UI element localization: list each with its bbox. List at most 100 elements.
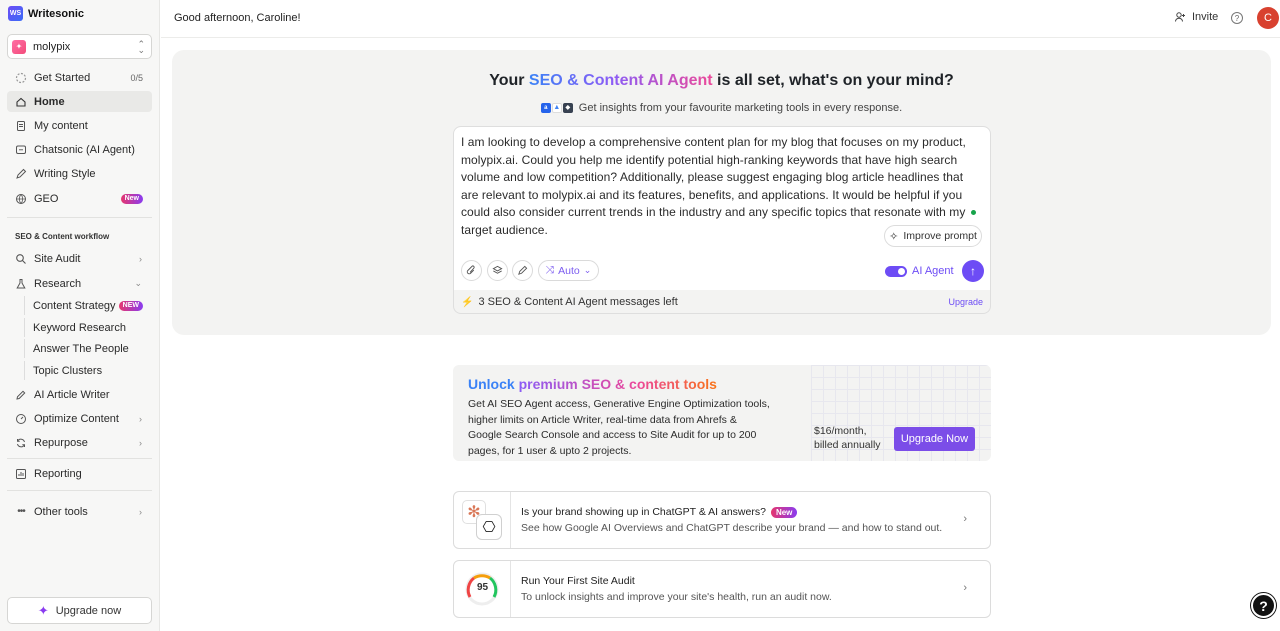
hero-title-post: is all set, what's on your mind?: [712, 72, 954, 89]
search-icon: [15, 253, 27, 265]
audit-score: 95: [476, 582, 489, 593]
prompt-input[interactable]: I am looking to develop a comprehensive …: [453, 126, 991, 313]
sidebar-item-label: Other tools: [34, 505, 88, 518]
site-audit-card[interactable]: 95 Run Your First Site Audit To unlock i…: [453, 560, 991, 618]
home-icon: [15, 96, 27, 108]
ai-visibility-icon: ✻ ⎔: [454, 492, 511, 548]
user-avatar[interactable]: C: [1257, 7, 1279, 29]
quota-upgrade-link[interactable]: Upgrade: [948, 297, 983, 307]
send-button[interactable]: ↑: [962, 260, 984, 282]
sidebar: WS Writesonic ✦ molypix ⌃ ⌄ Get Started 0…: [0, 0, 160, 631]
bolt-icon: ⚡: [461, 296, 474, 308]
sidebar-item-chatsonic[interactable]: Chatsonic (AI Agent): [7, 139, 152, 160]
sidebar-subitem-label: Content Strategy: [33, 299, 116, 312]
improve-prompt-button[interactable]: ✧ Improve prompt: [884, 225, 982, 247]
gauge-icon: [15, 413, 27, 425]
sidebar-divider: [7, 458, 152, 459]
sidebar-item-reporting[interactable]: Reporting: [7, 463, 152, 484]
sidebar-item-label: Writing Style: [34, 167, 96, 180]
agent-hero-card: Your SEO & Content AI Agent is all set, …: [172, 50, 1271, 335]
card-title: Run Your First Site Audit: [521, 575, 635, 587]
quota-text: ⚡ 3 SEO & Content AI Agent messages left: [461, 296, 678, 308]
sidebar-item-optimize-content[interactable]: Optimize Content ›: [7, 408, 152, 429]
sidebar-item-home[interactable]: Home: [7, 91, 152, 112]
document-icon: [15, 120, 27, 132]
sidebar-subitem-label: Topic Clusters: [33, 364, 103, 377]
sidebar-item-repurpose[interactable]: Repurpose ›: [7, 432, 152, 453]
openai-icon: ⎔: [476, 514, 502, 540]
sidebar-item-label: Get Started: [34, 71, 91, 84]
integration-logos-icon: a ▲ ◆: [540, 103, 573, 113]
ai-agent-toggle[interactable]: [885, 266, 907, 277]
sidebar-divider: [7, 490, 152, 491]
quota-bar: ⚡ 3 SEO & Content AI Agent messages left…: [453, 290, 991, 314]
chevron-right-icon: ›: [139, 437, 142, 448]
ai-visibility-card[interactable]: ✻ ⎔ Is your brand showing up in ChatGPT …: [453, 491, 991, 549]
price-billing: billed annually: [814, 439, 881, 451]
sidebar-item-label: Research: [34, 277, 82, 290]
sidebar-item-get-started[interactable]: Get Started 0/5: [7, 67, 152, 88]
sidebar-item-label: Home: [34, 95, 65, 108]
invite-button[interactable]: Invite: [1174, 11, 1218, 23]
sidebar-item-label: Reporting: [34, 467, 82, 480]
dots-icon: •••: [17, 506, 26, 517]
hero-subtitle-text: Get insights from your favourite marketi…: [578, 102, 903, 114]
chevron-right-icon: ›: [139, 506, 142, 517]
sidebar-subitem-answer-the-people[interactable]: Answer The People: [24, 339, 152, 358]
new-badge: New: [120, 193, 143, 204]
flask-icon: [15, 278, 27, 290]
sidebar-item-other-tools[interactable]: ••• Other tools ›: [7, 501, 152, 522]
sidebar-item-research[interactable]: Research ⌄: [7, 273, 152, 294]
sidebar-item-writing-style[interactable]: Writing Style: [7, 163, 152, 184]
sidebar-subitem-label: Keyword Research: [33, 321, 126, 334]
sidebar-item-site-audit[interactable]: Site Audit ›: [7, 248, 152, 269]
sidebar-divider: [7, 217, 152, 218]
chevron-down-icon: ⌄: [134, 278, 142, 288]
sidebar-item-label: Site Audit: [34, 252, 81, 265]
upgrade-now-cta[interactable]: Upgrade Now: [894, 427, 975, 451]
brush-icon[interactable]: [512, 260, 533, 281]
chevron-right-icon: ›: [139, 413, 142, 424]
brand[interactable]: WS Writesonic: [8, 6, 84, 21]
chat-icon: [15, 144, 27, 156]
sidebar-subitem-topic-clusters[interactable]: Topic Clusters: [24, 361, 152, 380]
pen-icon: [15, 168, 27, 180]
status-dot: [971, 210, 976, 215]
card-description: See how Google AI Overviews and ChatGPT …: [521, 522, 943, 534]
sidebar-subitem-content-strategy[interactable]: Content Strategy NEW: [24, 296, 152, 315]
invite-label: Invite: [1192, 11, 1219, 23]
paperclip-icon[interactable]: [461, 260, 482, 281]
ai-agent-label: AI Agent: [912, 265, 954, 277]
mode-label: Auto: [558, 264, 580, 277]
prompt-text[interactable]: I am looking to develop a comprehensive …: [461, 134, 983, 239]
sidebar-subitem-keyword-research[interactable]: Keyword Research: [24, 318, 152, 337]
workspace-avatar-icon: ✦: [12, 39, 26, 54]
upgrade-now-button[interactable]: ✦ Upgrade now: [7, 597, 152, 624]
card-title: Is your brand showing up in ChatGPT & AI…: [521, 506, 798, 518]
globe-icon: [15, 193, 27, 205]
workspace-selector[interactable]: ✦ molypix ⌃ ⌄: [7, 34, 152, 59]
premium-title: Unlock premium SEO & content tools: [468, 376, 717, 392]
refresh-icon: [15, 437, 27, 449]
hero-title-highlight: SEO & Content AI Agent: [528, 72, 713, 89]
sidebar-subitem-label: Answer The People: [33, 342, 129, 355]
sidebar-item-label: My content: [34, 119, 88, 132]
user-plus-icon: [1175, 12, 1185, 22]
premium-description: Get AI SEO Agent access, Generative Engi…: [468, 398, 770, 457]
sidebar-item-my-content[interactable]: My content: [7, 115, 152, 136]
card-description: To unlock insights and improve your site…: [521, 591, 832, 603]
sidebar-item-ai-article-writer[interactable]: AI Article Writer: [7, 384, 152, 405]
layers-icon[interactable]: [487, 260, 508, 281]
sparkle-icon: ✧: [889, 230, 899, 243]
help-icon[interactable]: ?: [1231, 12, 1243, 24]
mode-selector[interactable]: ⤨ Auto ⌄: [538, 260, 599, 281]
sidebar-collapse-icon[interactable]: [144, 7, 154, 17]
new-badge: NEW: [118, 300, 143, 311]
floating-help-button[interactable]: ?: [1251, 593, 1276, 618]
site-audit-score-icon: 95: [454, 561, 511, 617]
premium-title-part1: Unlock: [468, 376, 519, 392]
sidebar-item-label: Optimize Content: [34, 412, 119, 425]
greeting: Good afternoon, Caroline!: [174, 12, 301, 24]
writesonic-logo-icon: WS: [8, 6, 23, 21]
sidebar-item-geo[interactable]: GEO New: [7, 188, 152, 209]
